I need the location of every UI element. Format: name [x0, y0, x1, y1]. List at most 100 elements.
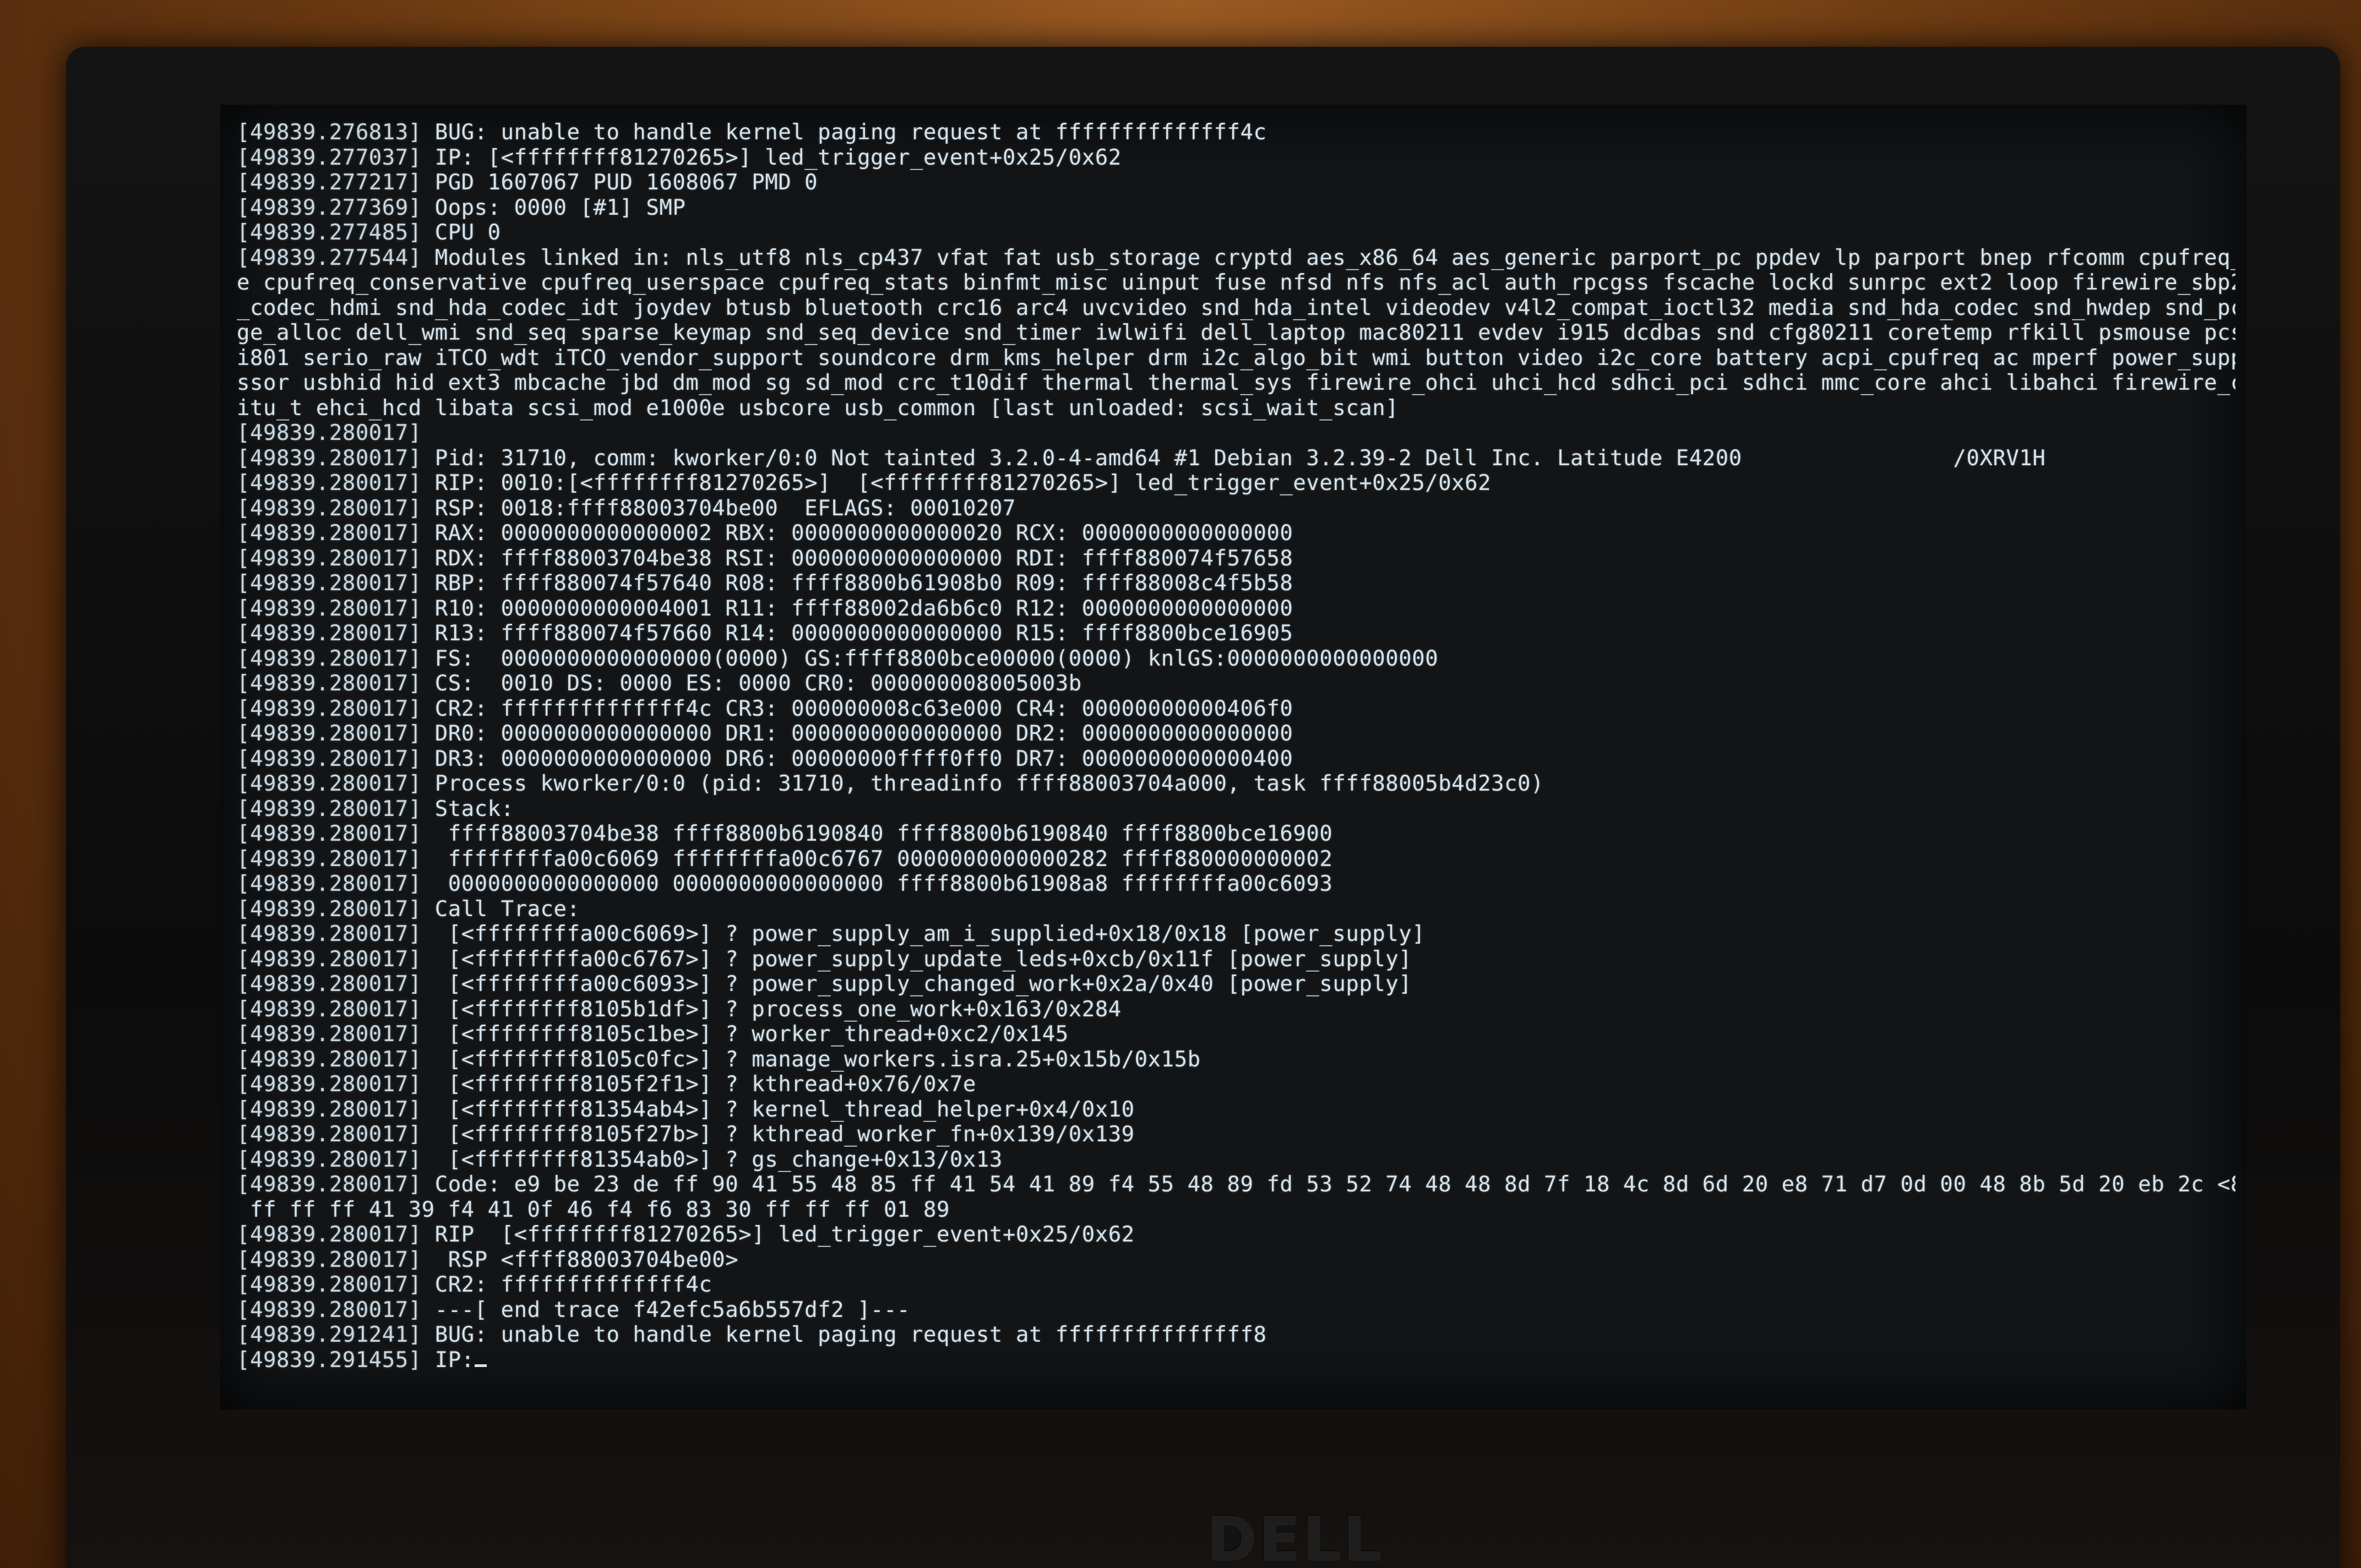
- console-line: ge_alloc dell_wmi snd_seq sparse_keymap …: [237, 320, 2235, 346]
- console-line: [49839.280017] [<ffffffff8105f2f1>] ? kt…: [237, 1072, 2235, 1097]
- console-cursor: [474, 1364, 487, 1367]
- console-message: BUG: unable to handle kernel paging requ…: [421, 120, 1267, 145]
- console-message: 0000000000000000 0000000000000000 ffff88…: [421, 872, 1333, 896]
- console-line: [49839.280017] DR0: 0000000000000000 DR1…: [237, 721, 2235, 747]
- console-timestamp: [49839.280017]: [237, 1047, 422, 1072]
- console-message: RSP <ffff88003704be00>: [421, 1247, 739, 1272]
- console-line: [49839.291455] IP:: [237, 1348, 2235, 1373]
- console-line: [49839.280017] ffffffffa00c6069 ffffffff…: [237, 847, 2235, 872]
- console-line: i801 serio_raw iTCO_wdt iTCO_vendor_supp…: [237, 346, 2235, 371]
- console-timestamp: [49839.280017]: [237, 1097, 422, 1122]
- console-line: [49839.280017] Pid: 31710, comm: kworker…: [237, 446, 2235, 471]
- console-line: [49839.280017] ffff88003704be38 ffff8800…: [237, 821, 2235, 847]
- console-line: [49839.280017] RDX: ffff88003704be38 RSI…: [237, 546, 2235, 571]
- console-line: [49839.280017] [<ffffffffa00c6767>] ? po…: [237, 947, 2235, 972]
- laptop-screen: [49839.276813] BUG: unable to handle ker…: [220, 105, 2246, 1409]
- console-message: Process kworker/0:0 (pid: 31710, threadi…: [421, 771, 1544, 796]
- console-message: [<ffffffff81354ab0>] ? gs_change+0x13/0x…: [421, 1147, 1003, 1172]
- kernel-panic-console: [49839.276813] BUG: unable to handle ker…: [237, 120, 2235, 1373]
- console-timestamp: [49839.291241]: [237, 1322, 422, 1347]
- console-message: [<ffffffffa00c6069>] ? power_supply_am_i…: [421, 922, 1426, 946]
- console-line: [49839.280017] RAX: 0000000000000002 RBX…: [237, 521, 2235, 546]
- console-line: [49839.280017] CR2: ffffffffffffff4c: [237, 1272, 2235, 1298]
- console-message: IP: [<ffffffff81270265>] led_trigger_eve…: [421, 145, 1122, 170]
- console-line: ff ff ff 41 39 f4 41 0f 46 f4 f6 83 30 f…: [237, 1197, 2235, 1223]
- console-line: e cpufreq_conservative cpufreq_userspace…: [237, 270, 2235, 296]
- console-timestamp: [49839.280017]: [237, 471, 422, 496]
- console-line: [49839.280017] FS: 0000000000000000(0000…: [237, 646, 2235, 672]
- console-line: [49839.280017] [<ffffffff81354ab4>] ? ke…: [237, 1097, 2235, 1123]
- console-message: RSP: 0018:ffff88003704be00 EFLAGS: 00010…: [421, 496, 1016, 521]
- console-line: [49839.280017] RIP [<ffffffff81270265>] …: [237, 1222, 2235, 1248]
- console-message: RIP [<ffffffff81270265>] led_trigger_eve…: [421, 1222, 1135, 1247]
- console-timestamp: [49839.280017]: [237, 1172, 422, 1197]
- console-message: ---[ end trace f42efc5a6b557df2 ]---: [421, 1297, 910, 1322]
- console-message: [<ffffffff8105f2f1>] ? kthread+0x76/0x7e: [421, 1072, 976, 1097]
- console-message: [<ffffffffa00c6093>] ? power_supply_chan…: [421, 972, 1412, 997]
- console-timestamp: [49839.291455]: [237, 1347, 422, 1373]
- console-timestamp: [49839.280017]: [237, 771, 422, 796]
- console-timestamp: [49839.280017]: [237, 1122, 422, 1147]
- console-timestamp: [49839.277037]: [237, 145, 422, 170]
- console-message: Oops: 0000 [#1] SMP: [421, 195, 686, 220]
- console-message: [<ffffffff8105c0fc>] ? manage_workers.is…: [421, 1047, 1201, 1072]
- console-line: [49839.280017] R10: 0000000000004001 R11…: [237, 596, 2235, 622]
- console-message: _codec_hdmi snd_hda_codec_idt joydev btu…: [237, 295, 2235, 320]
- console-line: [49839.280017] [<ffffffff8105c1be>] ? wo…: [237, 1022, 2235, 1047]
- console-timestamp: [49839.280017]: [237, 821, 422, 846]
- console-timestamp: [49839.280017]: [237, 1222, 422, 1247]
- console-message: RAX: 0000000000000002 RBX: 0000000000000…: [421, 521, 1293, 546]
- console-line: [49839.280017] [<ffffffff8105b1df>] ? pr…: [237, 997, 2235, 1022]
- console-timestamp: [49839.280017]: [237, 546, 422, 571]
- console-timestamp: [49839.280017]: [237, 1147, 422, 1172]
- console-line: [49839.280017] R13: ffff880074f57660 R14…: [237, 621, 2235, 646]
- console-message: RDX: ffff88003704be38 RSI: 0000000000000…: [421, 546, 1293, 571]
- console-message: ge_alloc dell_wmi snd_seq sparse_keymap …: [237, 320, 2235, 345]
- console-line: [49839.277217] PGD 1607067 PUD 1608067 P…: [237, 170, 2235, 195]
- dell-logo: DELL: [1206, 1504, 1384, 1568]
- console-message: PGD 1607067 PUD 1608067 PMD 0: [421, 170, 818, 195]
- console-message: CR2: ffffffffffffff4c CR3: 000000008c63e…: [421, 696, 1293, 721]
- console-line: [49839.280017] [<ffffffffa00c6093>] ? po…: [237, 972, 2235, 997]
- console-message: RBP: ffff880074f57640 R08: ffff8800b6190…: [421, 571, 1293, 596]
- console-line: [49839.280017] RBP: ffff880074f57640 R08…: [237, 571, 2235, 596]
- console-message: i801 serio_raw iTCO_wdt iTCO_vendor_supp…: [237, 345, 2235, 371]
- console-line: [49839.280017] DR3: 0000000000000000 DR6…: [237, 747, 2235, 772]
- console-message: CPU 0: [421, 220, 501, 245]
- console-timestamp: [49839.280017]: [237, 1297, 422, 1322]
- console-line: [49839.291241] BUG: unable to handle ker…: [237, 1322, 2235, 1348]
- console-message: Modules linked in: nls_utf8 nls_cp437 vf…: [421, 245, 2235, 270]
- console-line: [49839.280017] RIP: 0010:[<ffffffff81270…: [237, 471, 2235, 496]
- console-timestamp: [49839.280017]: [237, 696, 422, 721]
- console-timestamp: [49839.280017]: [237, 496, 422, 521]
- photo-scene: DELL [49839.276813] BUG: unable to handl…: [0, 0, 2361, 1568]
- console-message: ffffffffa00c6069 ffffffffa00c6767 000000…: [421, 846, 1333, 872]
- console-message: BUG: unable to handle kernel paging requ…: [421, 1322, 1267, 1347]
- console-line: ssor usbhid hid ext3 mbcache jbd dm_mod …: [237, 371, 2235, 396]
- console-message: RIP: 0010:[<ffffffff81270265>] [<fffffff…: [421, 471, 1492, 496]
- console-line: [49839.280017] [<ffffffff8105f27b>] ? kt…: [237, 1122, 2235, 1147]
- console-timestamp: [49839.280017]: [237, 571, 422, 596]
- console-timestamp: [49839.280017]: [237, 746, 422, 771]
- console-message: ff ff ff 41 39 f4 41 0f 46 f4 f6 83 30 f…: [237, 1197, 950, 1222]
- console-timestamp: [49839.280017]: [237, 646, 422, 671]
- console-timestamp: [49839.280017]: [237, 521, 422, 546]
- console-line: [49839.280017] Call Trace:: [237, 897, 2235, 922]
- console-message: R13: ffff880074f57660 R14: 0000000000000…: [421, 621, 1293, 646]
- console-message: Call Trace:: [421, 896, 580, 922]
- console-message: ssor usbhid hid ext3 mbcache jbd dm_mod …: [237, 371, 2235, 395]
- console-message: FS: 0000000000000000(0000) GS:ffff8800bc…: [421, 646, 1439, 671]
- console-timestamp: [49839.276813]: [237, 120, 422, 145]
- console-message: DR3: 0000000000000000 DR6: 00000000ffff0…: [421, 746, 1293, 771]
- console-line: itu_t ehci_hcd libata scsi_mod e1000e us…: [237, 396, 2235, 421]
- console-timestamp: [49839.280017]: [237, 946, 422, 972]
- console-line: [49839.280017] [<ffffffffa00c6069>] ? po…: [237, 922, 2235, 947]
- console-timestamp: [49839.280017]: [237, 872, 422, 896]
- console-message: CR2: ffffffffffffff4c: [421, 1272, 712, 1297]
- console-timestamp: [49839.280017]: [237, 445, 422, 471]
- console-message: IP:: [421, 1347, 475, 1373]
- console-line: [49839.280017] [<ffffffff81354ab0>] ? gs…: [237, 1147, 2235, 1173]
- console-message: Pid: 31710, comm: kworker/0:0 Not tainte…: [421, 445, 2046, 471]
- console-line: [49839.277037] IP: [<ffffffff81270265>] …: [237, 145, 2235, 171]
- console-line: [49839.277369] Oops: 0000 [#1] SMP: [237, 195, 2235, 221]
